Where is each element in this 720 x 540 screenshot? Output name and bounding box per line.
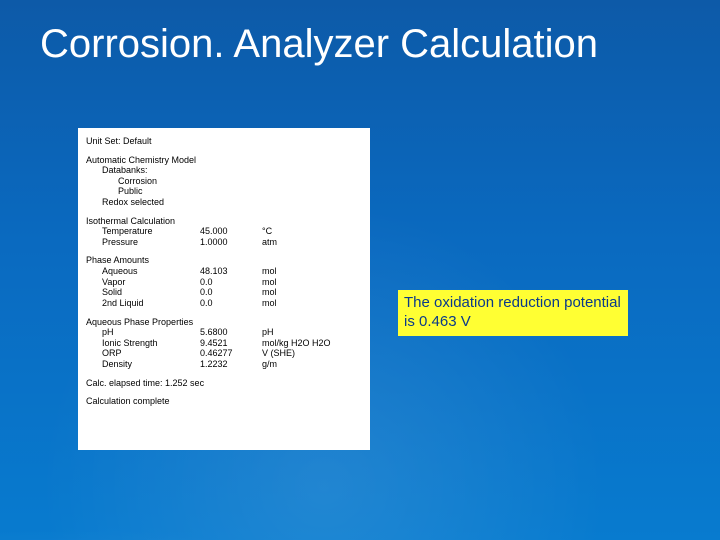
ph-value: 5.6800 xyxy=(200,327,256,338)
solid-row: Solid 0.0 mol xyxy=(86,287,362,298)
slide: Corrosion. Analyzer Calculation Unit Set… xyxy=(0,0,720,540)
liq2-row: 2nd Liquid 0.0 mol xyxy=(86,298,362,309)
density-row: Density 1.2232 g/m xyxy=(86,359,362,370)
model-section: Automatic Chemistry Model Databanks: Cor… xyxy=(86,155,362,208)
temperature-value: 45.000 xyxy=(200,226,256,237)
ph-row: pH 5.6800 pH xyxy=(86,327,362,338)
elapsed-line: Calc. elapsed time: 1.252 sec xyxy=(86,378,362,389)
aq-props-section: Aqueous Phase Properties pH 5.6800 pH Io… xyxy=(86,317,362,370)
ionic-unit: mol/kg H2O H2O xyxy=(256,338,362,349)
density-value: 1.2232 xyxy=(200,359,256,370)
temperature-unit: °C xyxy=(256,226,362,237)
phase-amounts-header: Phase Amounts xyxy=(86,255,362,266)
orp-callout: The oxidation reduction potential is 0.4… xyxy=(398,290,628,336)
liq2-value: 0.0 xyxy=(200,298,256,309)
aqueous-row: Aqueous 48.103 mol xyxy=(86,266,362,277)
orp-row: ORP 0.46277 V (SHE) xyxy=(86,348,362,359)
db-public: Public xyxy=(86,186,362,197)
ionic-label: Ionic Strength xyxy=(86,338,200,349)
solid-value: 0.0 xyxy=(200,287,256,298)
vapor-label: Vapor xyxy=(86,277,200,288)
temperature-label: Temperature xyxy=(86,226,200,237)
orp-unit: V (SHE) xyxy=(256,348,362,359)
density-label: Density xyxy=(86,359,200,370)
solid-label: Solid xyxy=(86,287,200,298)
isothermal-section: Isothermal Calculation Temperature 45.00… xyxy=(86,216,362,248)
aqueous-unit: mol xyxy=(256,266,362,277)
pressure-row: Pressure 1.0000 atm xyxy=(86,237,362,248)
isothermal-header: Isothermal Calculation xyxy=(86,216,362,227)
density-unit: g/m xyxy=(256,359,362,370)
results-panel: Unit Set: Default Automatic Chemistry Mo… xyxy=(78,128,370,450)
vapor-value: 0.0 xyxy=(200,277,256,288)
ionic-row: Ionic Strength 9.4521 mol/kg H2O H2O xyxy=(86,338,362,349)
db-corrosion: Corrosion xyxy=(86,176,362,187)
pressure-value: 1.0000 xyxy=(200,237,256,248)
aq-props-header: Aqueous Phase Properties xyxy=(86,317,362,328)
ph-unit: pH xyxy=(256,327,362,338)
liq2-label: 2nd Liquid xyxy=(86,298,200,309)
redox-line: Redox selected xyxy=(86,197,362,208)
aqueous-label: Aqueous xyxy=(86,266,200,277)
model-header: Automatic Chemistry Model xyxy=(86,155,362,166)
solid-unit: mol xyxy=(256,287,362,298)
aqueous-value: 48.103 xyxy=(200,266,256,277)
pressure-unit: atm xyxy=(256,237,362,248)
orp-value: 0.46277 xyxy=(200,348,256,359)
unit-set-line: Unit Set: Default xyxy=(86,136,362,147)
ionic-value: 9.4521 xyxy=(200,338,256,349)
orp-label: ORP xyxy=(86,348,200,359)
vapor-unit: mol xyxy=(256,277,362,288)
vapor-row: Vapor 0.0 mol xyxy=(86,277,362,288)
slide-title: Corrosion. Analyzer Calculation xyxy=(40,22,680,66)
pressure-label: Pressure xyxy=(86,237,200,248)
temperature-row: Temperature 45.000 °C xyxy=(86,226,362,237)
complete-line: Calculation complete xyxy=(86,396,362,407)
phase-amounts-section: Phase Amounts Aqueous 48.103 mol Vapor 0… xyxy=(86,255,362,308)
ph-label: pH xyxy=(86,327,200,338)
liq2-unit: mol xyxy=(256,298,362,309)
databanks-label: Databanks: xyxy=(86,165,362,176)
